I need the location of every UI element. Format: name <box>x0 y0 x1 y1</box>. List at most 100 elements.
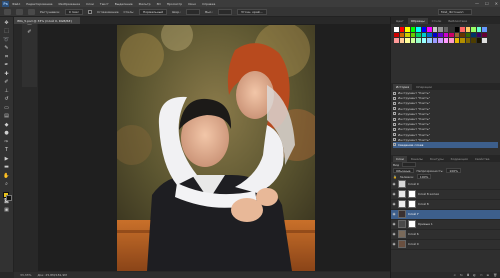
color-swatch[interactable] <box>427 32 432 37</box>
color-swatch[interactable] <box>399 32 404 37</box>
color-swatch[interactable] <box>394 38 399 43</box>
color-swatch[interactable] <box>416 27 421 32</box>
color-swatch[interactable] <box>449 32 454 37</box>
color-swatch[interactable] <box>482 38 487 43</box>
swatches-panel-tab[interactable]: Библиотеки <box>445 18 470 24</box>
color-swatch[interactable] <box>427 27 432 32</box>
visibility-eye-icon[interactable]: ◉ <box>392 182 396 186</box>
swatches-panel-tab[interactable]: Цвет <box>393 18 407 24</box>
adjustment-layer-icon[interactable]: ◐ <box>473 273 476 277</box>
width-input[interactable] <box>186 8 201 15</box>
color-swatch[interactable] <box>421 32 426 37</box>
color-swatch[interactable] <box>399 38 404 43</box>
layer-name[interactable]: Слой 8 копия <box>418 192 439 196</box>
layer-row[interactable]: ◉ Слой 8 <box>391 200 500 210</box>
menu-item[interactable]: Просмотр <box>167 2 182 6</box>
color-swatch[interactable] <box>460 38 465 43</box>
color-swatch[interactable] <box>449 38 454 43</box>
color-swatch[interactable] <box>438 27 443 32</box>
layer-name[interactable]: Слой 0 <box>408 242 419 246</box>
pen-tool-icon[interactable]: ✑ <box>3 139 11 145</box>
color-swatch[interactable] <box>465 32 470 37</box>
document-tab[interactable]: IMG_5.psd @ 33% (Слой 0, RGB/8#) <box>14 17 80 24</box>
color-swatch[interactable] <box>421 38 426 43</box>
menu-item[interactable]: 3D <box>157 2 161 6</box>
fill-input[interactable]: 100% <box>416 174 432 180</box>
dodge-tool-icon[interactable]: ● <box>3 131 11 137</box>
lasso-tool-icon[interactable]: ➰ <box>3 37 11 43</box>
layer-row[interactable]: ◉ Кривые 1 <box>391 220 500 230</box>
color-swatch[interactable] <box>482 32 487 37</box>
color-swatch[interactable] <box>394 32 399 37</box>
crop-tool-icon[interactable]: ⌗ <box>3 54 11 60</box>
layer-thumbnail[interactable] <box>398 200 406 209</box>
minimize-button[interactable]: — <box>475 1 479 6</box>
color-swatch[interactable] <box>438 38 443 43</box>
layer-mask-thumbnail[interactable] <box>408 200 416 209</box>
new-layer-icon[interactable]: ⊞ <box>487 273 490 277</box>
color-swatch[interactable] <box>410 38 415 43</box>
opacity-input[interactable]: 100% <box>446 168 461 174</box>
color-swatch[interactable] <box>405 27 410 32</box>
blend-mode-select[interactable]: Обычные <box>393 168 414 174</box>
layer-name[interactable]: Слой 6 <box>408 232 419 236</box>
color-swatch[interactable] <box>471 38 476 43</box>
menu-item[interactable]: Фильтр <box>139 2 151 6</box>
eraser-tool-icon[interactable]: ▭ <box>3 105 11 111</box>
layer-name[interactable]: Кривые 1 <box>418 222 433 226</box>
blur-tool-icon[interactable]: ◆ <box>3 122 11 128</box>
color-swatch[interactable] <box>438 32 443 37</box>
color-swatch[interactable] <box>482 27 487 32</box>
layer-row[interactable]: ◉ Слой 0 <box>391 240 500 250</box>
layer-row[interactable]: ◉ Слой 6 <box>391 230 500 240</box>
layers-panel-tab[interactable]: Каналы <box>408 156 426 162</box>
kind-filter-select[interactable] <box>402 162 417 168</box>
color-swatch[interactable] <box>471 32 476 37</box>
color-swatch[interactable] <box>427 38 432 43</box>
color-swatch[interactable] <box>465 38 470 43</box>
swatches-panel-tab[interactable]: Стили <box>429 18 445 24</box>
color-swatch[interactable] <box>432 38 437 43</box>
layer-name[interactable]: Слой 8 <box>418 202 429 206</box>
color-swatch[interactable] <box>476 38 481 43</box>
layer-name[interactable]: Слой 7 <box>408 212 419 216</box>
shape-tool-icon[interactable]: ▬ <box>3 165 11 171</box>
color-swatch[interactable] <box>454 32 459 37</box>
layer-style-icon[interactable]: fx <box>460 273 463 277</box>
color-swatch[interactable] <box>465 27 470 32</box>
color-swatch[interactable] <box>394 27 399 32</box>
brush-presets-icon[interactable]: ✐ <box>26 29 34 35</box>
new-selection-icon[interactable] <box>16 8 23 15</box>
healing-brush-icon[interactable]: ✚ <box>3 71 11 77</box>
swatches-panel-tab[interactable]: Образцы <box>407 18 428 24</box>
layer-row[interactable]: ◉ Слой 9 <box>391 180 500 190</box>
color-swatch[interactable] <box>460 32 465 37</box>
zoom-tool-icon[interactable]: ⌕ <box>3 182 11 188</box>
color-swatch[interactable] <box>410 27 415 32</box>
height-input[interactable] <box>218 8 233 15</box>
move-tool-icon[interactable]: ✥ <box>3 20 11 26</box>
visibility-eye-icon[interactable]: ◉ <box>392 202 396 206</box>
color-swatch[interactable] <box>476 27 481 32</box>
add-to-selection-icon[interactable] <box>28 8 35 15</box>
color-swatch[interactable] <box>405 38 410 43</box>
menu-item[interactable]: Слои <box>86 2 94 6</box>
visibility-eye-icon[interactable]: ◉ <box>392 242 396 246</box>
visibility-eye-icon[interactable]: ◉ <box>392 212 396 216</box>
layer-thumbnail[interactable] <box>398 220 406 229</box>
history-item[interactable]: Сведение слоев <box>393 142 498 148</box>
history-panel-tab[interactable]: Операции <box>413 84 435 90</box>
color-swatch[interactable] <box>443 27 448 32</box>
layer-row[interactable]: ◉ Слой 7 <box>391 209 500 220</box>
color-swatch[interactable] <box>460 27 465 32</box>
color-swatch[interactable] <box>432 32 437 37</box>
history-brush-icon[interactable]: ↺ <box>3 97 11 103</box>
eyedropper-icon[interactable]: ✒ <box>3 63 11 69</box>
hand-tool-icon[interactable]: ✋ <box>3 173 11 179</box>
menu-item[interactable]: Текст <box>100 2 109 6</box>
color-swatch[interactable] <box>449 27 454 32</box>
layers-panel-tab[interactable]: Контуры <box>427 156 447 162</box>
color-swatch[interactable] <box>476 32 481 37</box>
color-swatch[interactable] <box>416 38 421 43</box>
feather-input[interactable]: 0 пикс <box>64 8 84 15</box>
